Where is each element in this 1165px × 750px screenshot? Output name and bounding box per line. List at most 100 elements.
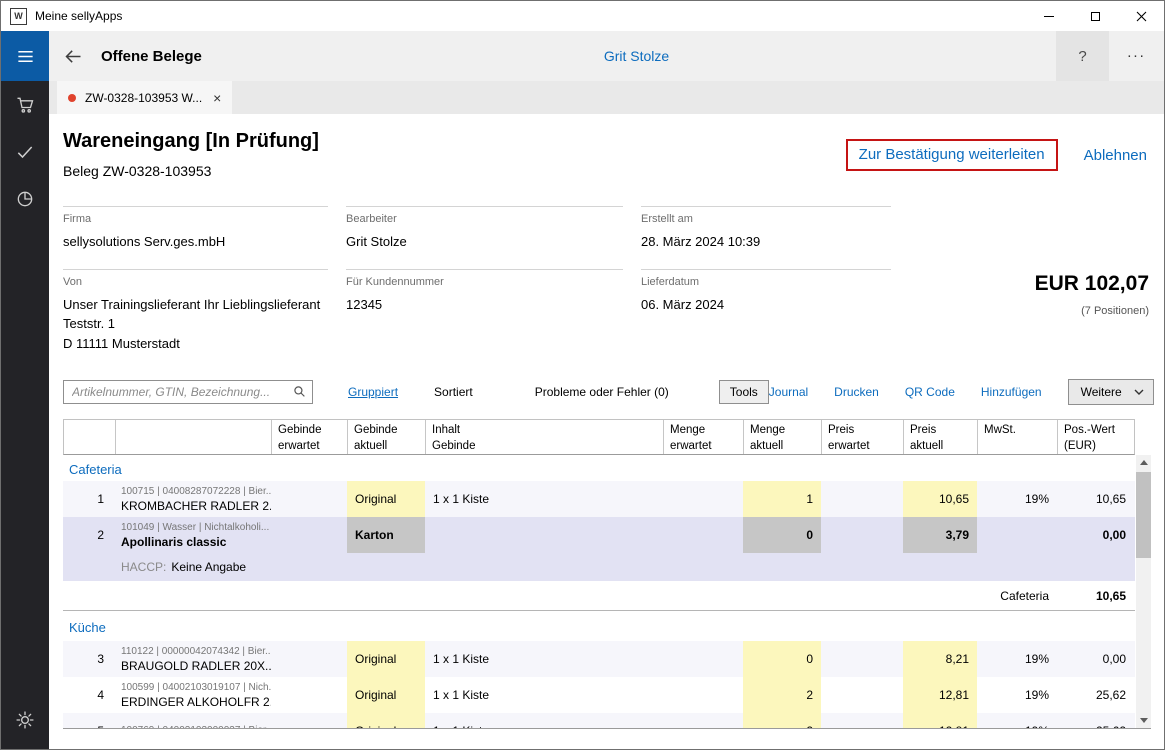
header-preis-aktuell: Preis aktuell [904,420,978,454]
search-input[interactable] [63,380,313,404]
preis-aktuell-cell[interactable]: 3,79 [903,517,977,553]
print-link[interactable]: Drucken [834,385,879,399]
mwst-cell: 19% [977,641,1057,677]
more-menu-button[interactable]: ... [1109,31,1164,81]
add-item-link[interactable]: Hinzufügen [981,385,1042,399]
article-cell: 100599 | 04002103019107 | Nich... ERDING… [115,677,271,713]
sidebar-item-tasks[interactable] [1,128,49,175]
more-actions-label: Weitere [1081,385,1122,399]
inhalt-gebinde-cell [425,517,663,553]
gebinde-aktuell-cell[interactable]: Original [347,641,425,677]
scrollbar-thumb[interactable] [1136,472,1151,558]
menge-aktuell-cell[interactable]: 1 [743,481,821,517]
document-title-block: Wareneingang [In Prüfung] Beleg ZW-0328-… [63,130,319,179]
field-label: Lieferdatum [641,276,891,288]
article-name: ERDINGER ALKOHOLFR 2... [121,695,271,709]
help-button[interactable]: ? [1056,31,1109,81]
journal-link[interactable]: Journal [769,385,808,399]
menu-button[interactable] [1,31,49,81]
pos-wert-cell: 0,00 [1057,517,1134,553]
header-inhalt-gebinde: Inhalt Gebinde [426,420,664,454]
article-name: BRAUGOLD RADLER 20X... [121,659,271,673]
row-number: 2 [63,517,115,553]
preis-erwartet-cell [821,481,903,517]
tools-button[interactable]: Tools [719,380,769,404]
preis-aktuell-cell[interactable]: 12,81 [903,713,977,729]
header-gebinde-erwartet: Gebinde erwartet [272,420,348,454]
menge-aktuell-cell[interactable]: 0 [743,641,821,677]
sidebar-item-settings[interactable] [1,696,49,743]
document-page: Wareneingang [In Prüfung] Beleg ZW-0328-… [49,114,1164,749]
mwst-cell: 19% [977,677,1057,713]
group-footer-value: 10,65 [1096,589,1134,603]
page-title: Offene Belege [101,48,202,65]
menge-aktuell-cell[interactable]: 2 [743,677,821,713]
supplier-line-1: Unser Trainingslieferant Ihr Lieblingsli… [63,295,328,315]
row-number: 4 [63,677,115,713]
maximize-button[interactable] [1072,1,1118,31]
window-titlebar: W Meine sellyApps [1,1,1164,31]
toggle-gruppiert[interactable]: Gruppiert [348,385,398,399]
scroll-down-button[interactable] [1136,713,1151,728]
field-value: Grit Stolze [346,232,623,252]
mwst-cell: 19% [977,481,1057,517]
pos-wert-cell: 25,62 [1057,713,1134,729]
article-cell: 101049 | Wasser | Nichtalkoholi... Apoll… [115,517,271,553]
table-row[interactable]: 5 100769 | 04002103000037 | Bier... Orig… [63,713,1135,729]
field-value: 28. März 2024 10:39 [641,232,891,252]
tab-document[interactable]: ZW-0328-103953 W... × [57,81,232,114]
minimize-icon [1044,16,1054,17]
more-actions-dropdown[interactable]: Weitere [1068,379,1154,405]
haccp-row[interactable]: HACCP: Keine Angabe [63,553,1135,581]
pie-chart-icon [15,189,35,209]
header-article [116,420,272,454]
qr-code-link[interactable]: QR Code [905,385,955,399]
table-row-selected[interactable]: 2 101049 | Wasser | Nichtalkoholi... Apo… [63,517,1135,553]
field-value: 12345 [346,295,623,315]
back-button[interactable] [49,31,97,81]
preis-erwartet-cell [821,517,903,553]
menge-erwartet-cell [663,641,743,677]
table-grid: Gebinde erwartet Gebinde aktuell Inhalt … [63,419,1135,729]
tab-close-icon[interactable]: × [213,91,221,105]
field-label: Erstellt am [641,213,891,225]
gebinde-aktuell-cell[interactable]: Karton [347,517,425,553]
row-number: 3 [63,641,115,677]
group-header-kueche: Küche [63,611,1135,641]
menge-aktuell-cell[interactable]: 2 [743,713,821,729]
table-row[interactable]: 4 100599 | 04002103019107 | Nich... ERDI… [63,677,1135,713]
gebinde-aktuell-cell[interactable]: Original [347,677,425,713]
preis-aktuell-cell[interactable]: 10,65 [903,481,977,517]
inhalt-gebinde-cell: 1 x 1 Kiste [425,713,663,729]
minimize-button[interactable] [1026,1,1072,31]
menge-erwartet-cell [663,713,743,729]
scroll-up-button[interactable] [1136,455,1151,470]
problems-filter[interactable]: Probleme oder Fehler (0) [535,385,669,399]
maximize-icon [1091,12,1100,21]
close-button[interactable] [1118,1,1164,31]
preis-aktuell-cell[interactable]: 8,21 [903,641,977,677]
mwst-cell [977,517,1057,553]
menge-aktuell-cell[interactable]: 0 [743,517,821,553]
group-footer: Cafeteria 10,65 [63,581,1135,611]
toggle-sortiert[interactable]: Sortiert [434,385,473,399]
table-row[interactable]: 3 110122 | 00000042074342 | Bier... BRAU… [63,641,1135,677]
pos-wert-cell: 25,62 [1057,677,1134,713]
field-firma: Firma sellysolutions Serv.ges.mbH [63,206,328,252]
forward-confirmation-button[interactable]: Zur Bestätigung weiterleiten [859,146,1045,163]
field-kundennummer: Für Kundennummer 12345 [346,269,623,354]
gebinde-aktuell-cell[interactable]: Original [347,481,425,517]
chevron-down-icon [1134,389,1144,396]
document-actions: Zur Bestätigung weiterleiten Ablehnen [846,130,1149,171]
gebinde-aktuell-cell[interactable]: Original [347,713,425,729]
reject-button[interactable]: Ablehnen [1084,147,1147,164]
search-field-wrap [63,380,313,404]
group-footer-label: Cafeteria [1000,589,1057,603]
vertical-scrollbar[interactable] [1136,455,1151,728]
sidebar-item-cart[interactable] [1,81,49,128]
table-row[interactable]: 1 100715 | 04008287072228 | Bier... KROM… [63,481,1135,517]
inhalt-gebinde-cell: 1 x 1 Kiste [425,677,663,713]
article-cell: 110122 | 00000042074342 | Bier... BRAUGO… [115,641,271,677]
sidebar-item-statistics[interactable] [1,175,49,222]
preis-aktuell-cell[interactable]: 12,81 [903,677,977,713]
